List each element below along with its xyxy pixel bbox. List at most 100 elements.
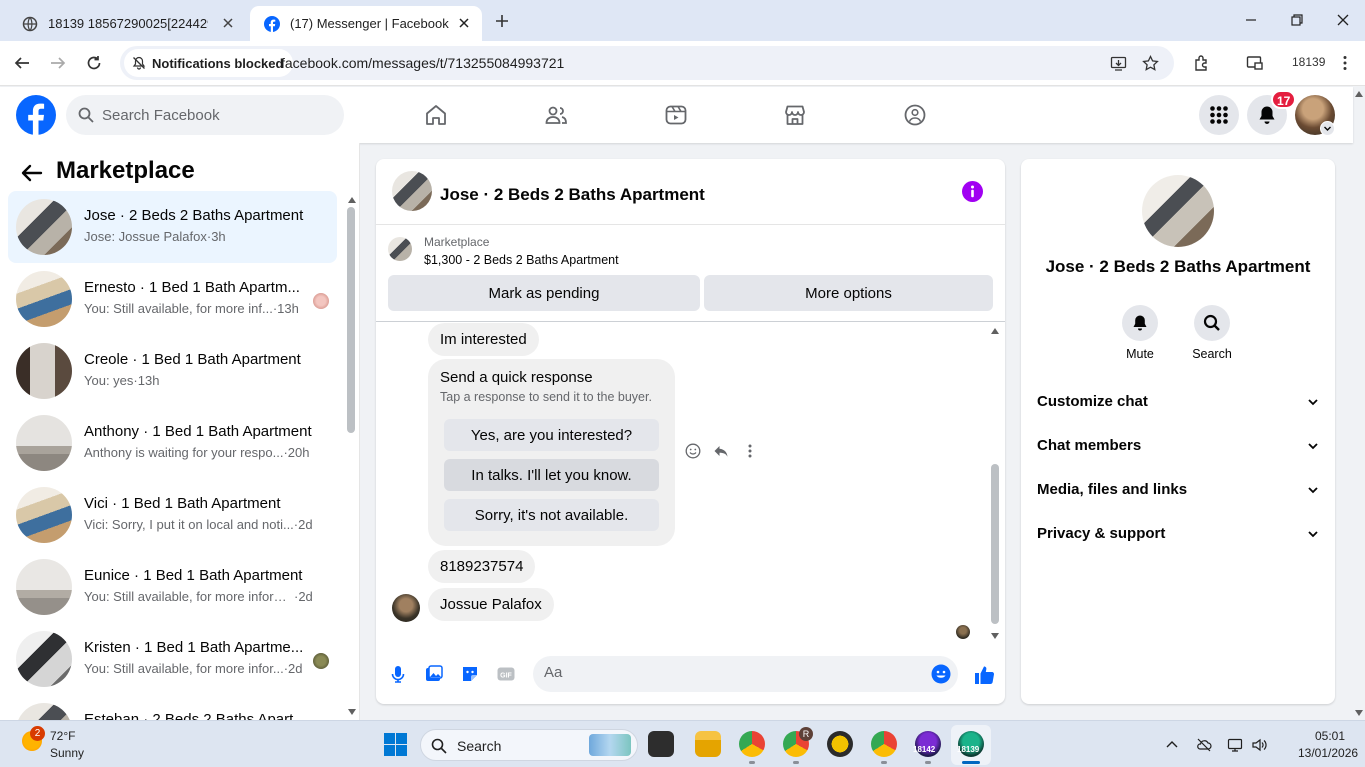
- conversation-name: Creole · 1 Bed 1 Bath Apartment: [84, 351, 301, 368]
- windows-start-icon[interactable]: [384, 733, 407, 756]
- file-explorer-icon[interactable]: [695, 731, 721, 757]
- weather-description[interactable]: Sunny: [50, 746, 84, 760]
- close-tab-icon[interactable]: [220, 15, 236, 31]
- more-options-button[interactable]: More options: [704, 275, 993, 311]
- conversation-item[interactable]: Kristen · 1 Bed 1 Bath Apartme... You: S…: [8, 623, 337, 695]
- listing-description[interactable]: $1,300 - 2 Beds 2 Baths Apartment: [424, 253, 619, 267]
- facebook-search-input[interactable]: [102, 106, 322, 124]
- page-scroll-down-icon[interactable]: [1354, 709, 1364, 717]
- close-window-icon[interactable]: [1335, 12, 1351, 28]
- gif-icon[interactable]: GIF: [496, 664, 516, 684]
- microphone-icon[interactable]: [388, 664, 408, 684]
- chevron-up-icon[interactable]: [1164, 737, 1180, 753]
- conversation-item[interactable]: Anthony · 1 Bed 1 Bath Apartment Anthony…: [8, 407, 337, 479]
- tab-active[interactable]: (17) Messenger | Facebook: [250, 6, 482, 41]
- friends-icon[interactable]: [544, 103, 568, 127]
- message-composer[interactable]: [533, 656, 958, 692]
- reply-icon[interactable]: [713, 443, 729, 459]
- search-icon: [78, 107, 94, 123]
- conversation-item[interactable]: Vici · 1 Bed 1 Bath Apartment Vici: Sorr…: [8, 479, 337, 551]
- message-bubble[interactable]: Im interested: [428, 323, 539, 356]
- conversation-item[interactable]: Esteban · 2 Beds 2 Baths Apartm...: [8, 695, 337, 720]
- facebook-search[interactable]: [66, 95, 344, 135]
- photo-icon[interactable]: [424, 664, 444, 684]
- notifications-blocked-chip[interactable]: Notifications blocked: [124, 49, 294, 77]
- extensions-icon[interactable]: [1193, 54, 1211, 72]
- bell-off-icon: [132, 56, 146, 70]
- thumbs-up-icon[interactable]: [973, 664, 995, 686]
- mute-label: Mute: [1126, 347, 1154, 361]
- scroll-down-arrow-icon[interactable]: [347, 708, 357, 716]
- groups-icon[interactable]: [903, 103, 927, 127]
- menu-button[interactable]: [1199, 95, 1239, 135]
- react-icon[interactable]: [685, 443, 701, 459]
- marketplace-icon[interactable]: [783, 103, 807, 127]
- clock-date[interactable]: 13/01/2026: [1298, 746, 1358, 760]
- sender-avatar[interactable]: [392, 594, 420, 622]
- taskbar-search[interactable]: Search: [420, 729, 638, 761]
- chat-scrollbar[interactable]: [991, 464, 999, 624]
- conversation-list-scrollbar[interactable]: [347, 207, 355, 433]
- chat-title[interactable]: Jose · 2 Beds 2 Baths Apartment: [440, 185, 705, 205]
- search-action[interactable]: Search: [1182, 305, 1242, 361]
- network-icon[interactable]: [1227, 737, 1243, 753]
- privacy-support-row[interactable]: Privacy & support: [1021, 511, 1335, 555]
- app-icon[interactable]: [827, 731, 853, 757]
- forward-icon[interactable]: [49, 54, 67, 72]
- chrome-icon[interactable]: [739, 731, 765, 757]
- restore-icon[interactable]: [1289, 12, 1305, 28]
- omnibox[interactable]: Notifications blocked facebook.com/messa…: [120, 46, 1174, 80]
- read-receipt-avatar: [313, 293, 329, 309]
- onedrive-off-icon[interactable]: [1196, 737, 1212, 753]
- customize-chat-row[interactable]: Customize chat: [1021, 379, 1335, 423]
- page-scroll-up-icon[interactable]: [1354, 90, 1364, 98]
- volume-icon[interactable]: [1251, 737, 1267, 753]
- scroll-down-arrow-icon[interactable]: [990, 632, 1000, 640]
- scroll-up-arrow-icon[interactable]: [990, 327, 1000, 335]
- close-tab-icon[interactable]: [456, 15, 472, 31]
- mute-action[interactable]: Mute: [1110, 305, 1170, 361]
- scroll-up-arrow-icon[interactable]: [347, 196, 357, 204]
- task-view-icon[interactable]: [648, 731, 674, 757]
- install-app-icon[interactable]: [1110, 55, 1127, 72]
- video-icon[interactable]: [664, 103, 688, 127]
- chat-info-thumbnail[interactable]: [1142, 175, 1214, 247]
- new-tab-icon[interactable]: [492, 11, 512, 31]
- mark-as-pending-button[interactable]: Mark as pending: [388, 275, 700, 311]
- conversation-item[interactable]: Eunice · 1 Bed 1 Bath Apartment You: Sti…: [8, 551, 337, 623]
- home-icon[interactable]: [424, 103, 448, 127]
- message-bubble[interactable]: Jossue Palafox: [428, 588, 554, 621]
- listing-thumbnail[interactable]: [388, 237, 412, 261]
- media-controls-icon[interactable]: [1246, 54, 1264, 72]
- conversation-item[interactable]: Ernesto · 1 Bed 1 Bath Apartm... You: St…: [8, 263, 337, 335]
- clock-time[interactable]: 05:01: [1315, 729, 1345, 743]
- message-input[interactable]: [544, 664, 914, 681]
- back-arrow-icon[interactable]: [20, 161, 44, 185]
- info-icon[interactable]: [962, 181, 983, 202]
- quick-response-button[interactable]: Sorry, it's not available.: [444, 499, 659, 531]
- chat-thumbnail[interactable]: [392, 171, 432, 211]
- url-text[interactable]: facebook.com/messages/t/713255084993721: [281, 55, 564, 71]
- listing-thumbnail: [16, 631, 72, 687]
- more-actions-icon[interactable]: [742, 443, 758, 459]
- conversation-item[interactable]: Creole · 1 Bed 1 Bath Apartment You: yes…: [8, 335, 337, 407]
- message-bubble[interactable]: 8189237574: [428, 550, 536, 583]
- conversation-item[interactable]: Jose · 2 Beds 2 Baths Apartment Jose: Jo…: [8, 191, 337, 263]
- tab-inactive[interactable]: 18139 18567290025[22442992: [8, 6, 246, 41]
- quick-response-button[interactable]: Yes, are you interested?: [444, 419, 659, 451]
- facebook-logo-icon[interactable]: [16, 95, 56, 135]
- minimize-icon[interactable]: [1243, 12, 1259, 28]
- sticker-icon[interactable]: [460, 664, 480, 684]
- browser-menu-icon[interactable]: [1336, 54, 1354, 72]
- chrome-alt-icon[interactable]: [871, 731, 897, 757]
- bookmark-star-icon[interactable]: [1142, 55, 1159, 72]
- profile-label[interactable]: 18139: [1292, 55, 1325, 69]
- reload-icon[interactable]: [85, 54, 103, 72]
- weather-temperature[interactable]: 72°F: [50, 729, 75, 743]
- back-icon[interactable]: [13, 54, 31, 72]
- quick-response-button[interactable]: In talks. I'll let you know.: [444, 459, 659, 491]
- chat-members-row[interactable]: Chat members: [1021, 423, 1335, 467]
- emoji-icon[interactable]: [931, 664, 951, 684]
- media-files-links-row[interactable]: Media, files and links: [1021, 467, 1335, 511]
- chevron-down-icon[interactable]: [1320, 121, 1335, 136]
